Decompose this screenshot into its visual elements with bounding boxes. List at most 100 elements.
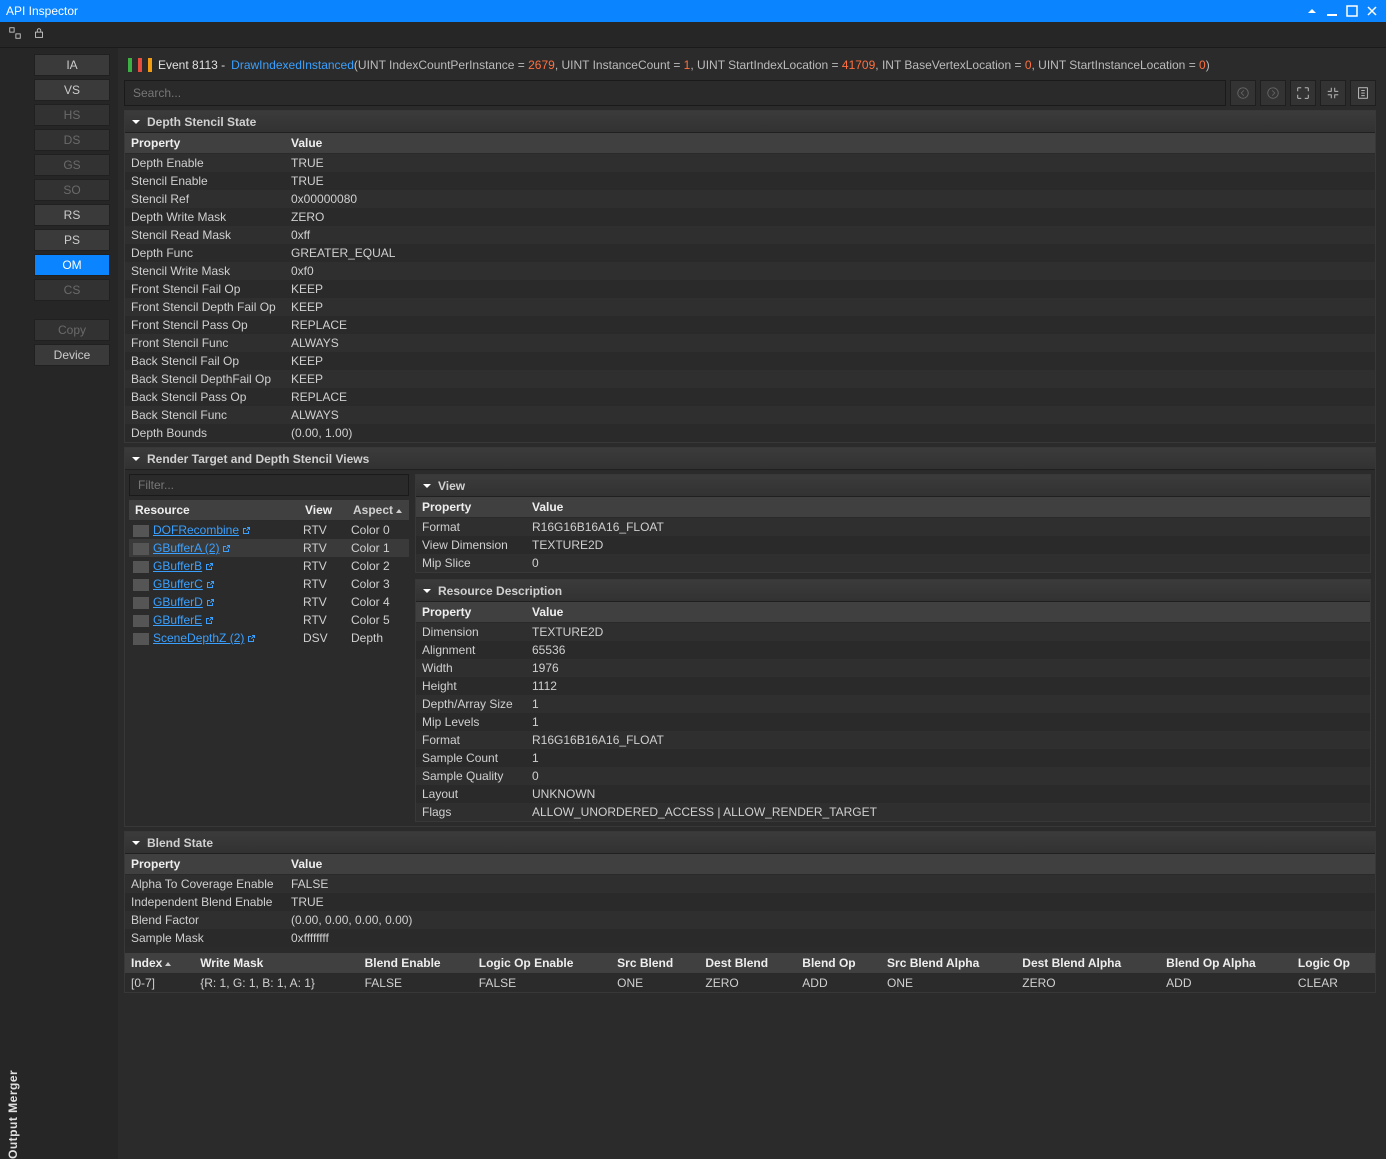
chevron-down-icon [131,838,141,848]
section-header[interactable]: Blend State [125,832,1375,854]
col-header[interactable]: Blend Enable [359,953,473,974]
thumbnail-icon [133,615,149,627]
thumbnail-icon [133,561,149,573]
prop-value: 1 [526,713,1370,731]
col-aspect[interactable]: Aspect [347,500,409,521]
resource-row[interactable]: GBufferA (2)RTVColor 1 [129,539,409,557]
col-header[interactable]: Logic Op Enable [473,953,611,974]
vertical-tab[interactable]: Output Merger [0,48,26,1159]
resource-row[interactable]: DOFRecombineRTVColor 0 [129,521,409,540]
expand-button[interactable] [1290,80,1316,106]
export-button[interactable] [1350,80,1376,106]
popout-icon[interactable] [221,544,231,554]
stage-om-button[interactable]: OM [34,254,110,276]
minimize-icon[interactable] [1324,3,1340,19]
col-header[interactable]: Write Mask [194,953,358,974]
resource-row[interactable]: GBufferCRTVColor 3 [129,575,409,593]
col-header[interactable]: Dest Blend [699,953,796,974]
col-header[interactable]: Index [125,953,194,974]
resource-row[interactable]: GBufferERTVColor 5 [129,611,409,629]
resource-row[interactable]: SceneDepthZ (2)DSVDepth [129,629,409,647]
table-row: Mip Levels1 [416,713,1370,731]
prop-name: Front Stencil Depth Fail Op [125,298,285,316]
stage-ps-button[interactable]: PS [34,229,110,251]
resource-link[interactable]: DOFRecombine [153,523,239,537]
copy-button[interactable]: Copy [34,319,110,341]
col-header[interactable]: Blend Op [796,953,881,974]
prop-value: REPLACE [285,316,1375,334]
stage-cs-button[interactable]: CS [34,279,110,301]
section-title: Blend State [147,836,213,850]
table-row: Back Stencil Fail OpKEEP [125,352,1375,370]
chevron-down-icon [422,586,432,596]
view-table: Property Value FormatR16G16B16A16_FLOATV… [416,497,1370,572]
prop-value: 0 [526,767,1370,785]
popout-icon[interactable] [241,526,251,536]
prop-name: Depth Enable [125,154,285,173]
col-header[interactable]: Logic Op [1292,953,1375,974]
prop-value: ALLOW_UNORDERED_ACCESS | ALLOW_RENDER_TA… [526,803,1370,821]
prop-value: REPLACE [285,388,1375,406]
col-resource[interactable]: Resource [129,500,299,521]
col-view[interactable]: View [299,500,347,521]
prop-name: Stencil Write Mask [125,262,285,280]
close-icon[interactable] [1364,3,1380,19]
stage-so-button[interactable]: SO [34,179,110,201]
resource-link[interactable]: SceneDepthZ (2) [153,631,244,645]
device-button[interactable]: Device [34,344,110,366]
section-header[interactable]: Depth Stencil State [125,111,1375,133]
resource-link[interactable]: GBufferE [153,613,202,627]
table-row: Depth Bounds(0.00, 1.00) [125,424,1375,442]
section-blend-state: Blend State Property Value Alpha To Cove… [124,831,1376,993]
popout-icon[interactable] [205,598,215,608]
stage-ia-button[interactable]: IA [34,54,110,76]
col-header[interactable]: Blend Op Alpha [1160,953,1292,974]
table-row: Depth EnableTRUE [125,154,1375,173]
col-header[interactable]: Src Blend Alpha [881,953,1016,974]
resource-link[interactable]: GBufferD [153,595,203,609]
thumbnail-icon [133,579,149,591]
resource-table[interactable]: Resource View Aspect DOFRecombineRTVColo… [129,500,409,647]
section-header[interactable]: Render Target and Depth Stencil Views [125,448,1375,470]
aspect: Color 1 [347,539,409,557]
collapse-icon[interactable] [1304,3,1320,19]
filter-input[interactable] [129,474,409,496]
popout-icon[interactable] [205,580,215,590]
chevron-down-icon [131,454,141,464]
prop-value: 1 [526,695,1370,713]
prop-value: TEXTURE2D [526,623,1370,642]
prop-value: ALWAYS [285,334,1375,352]
col-property: Property [125,854,285,875]
prev-button[interactable] [1230,80,1256,106]
lock-icon[interactable] [32,26,46,43]
stage-gs-button[interactable]: GS [34,154,110,176]
prop-name: Depth/Array Size [416,695,526,713]
section-header[interactable]: View [416,475,1370,497]
search-input[interactable] [124,80,1226,106]
stage-ds-button[interactable]: DS [34,129,110,151]
popout-icon[interactable] [204,562,214,572]
resource-link[interactable]: GBufferB [153,559,202,573]
col-header[interactable]: Src Blend [611,953,699,974]
stage-rs-button[interactable]: RS [34,204,110,226]
popout-icon[interactable] [246,634,256,644]
popout-icon[interactable] [204,616,214,626]
collapse-button[interactable] [1320,80,1346,106]
col-property: Property [416,497,526,518]
next-button[interactable] [1260,80,1286,106]
blend-data-table: IndexWrite MaskBlend EnableLogic Op Enab… [125,953,1375,992]
table-row: Stencil EnableTRUE [125,172,1375,190]
dock-icon[interactable] [8,26,22,43]
table-row: DimensionTEXTURE2D [416,623,1370,642]
resource-link[interactable]: GBufferA (2) [153,541,219,555]
resource-link[interactable]: GBufferC [153,577,203,591]
col-header[interactable]: Dest Blend Alpha [1016,953,1160,974]
section-header[interactable]: Resource Description [416,580,1370,602]
resource-row[interactable]: GBufferBRTVColor 2 [129,557,409,575]
stage-hs-button[interactable]: HS [34,104,110,126]
prop-value: 0xf0 [285,262,1375,280]
table-row: Depth Write MaskZERO [125,208,1375,226]
maximize-icon[interactable] [1344,3,1360,19]
resource-row[interactable]: GBufferDRTVColor 4 [129,593,409,611]
stage-vs-button[interactable]: VS [34,79,110,101]
